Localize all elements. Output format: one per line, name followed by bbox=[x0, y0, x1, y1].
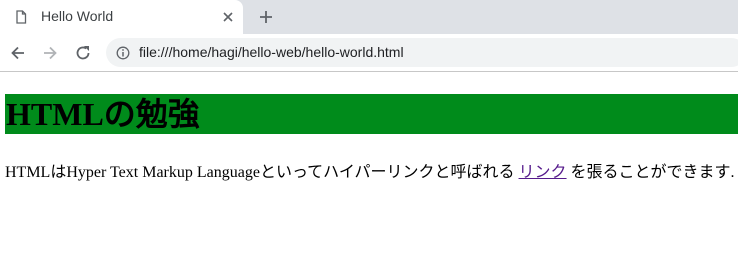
address-bar[interactable]: file:///home/hagi/hello-web/hello-world.… bbox=[106, 38, 738, 67]
close-icon[interactable] bbox=[222, 11, 234, 23]
body-paragraph: HTMLはHyper Text Markup Languageといってハイパーリ… bbox=[5, 158, 735, 182]
info-icon[interactable] bbox=[116, 46, 130, 60]
paragraph-text-before: HTMLはHyper Text Markup Languageといってハイパーリ… bbox=[5, 164, 519, 181]
back-icon[interactable] bbox=[9, 44, 27, 62]
forward-icon[interactable] bbox=[41, 44, 59, 62]
tab-hello-world[interactable]: Hello World bbox=[0, 0, 243, 34]
url-text[interactable]: file:///home/hagi/hello-web/hello-world.… bbox=[139, 44, 404, 60]
paragraph-text-after: を張ることができます. bbox=[566, 164, 735, 181]
tab-strip: Hello World bbox=[0, 0, 738, 34]
reload-icon[interactable] bbox=[74, 44, 92, 62]
page-heading: HTMLの勉強 bbox=[5, 94, 738, 134]
page-icon bbox=[16, 10, 27, 24]
link-text[interactable]: リンク bbox=[519, 164, 567, 181]
tab-title: Hello World bbox=[41, 8, 114, 24]
new-tab-icon[interactable] bbox=[258, 9, 274, 25]
browser-toolbar: file:///home/hagi/hello-web/hello-world.… bbox=[0, 34, 738, 72]
